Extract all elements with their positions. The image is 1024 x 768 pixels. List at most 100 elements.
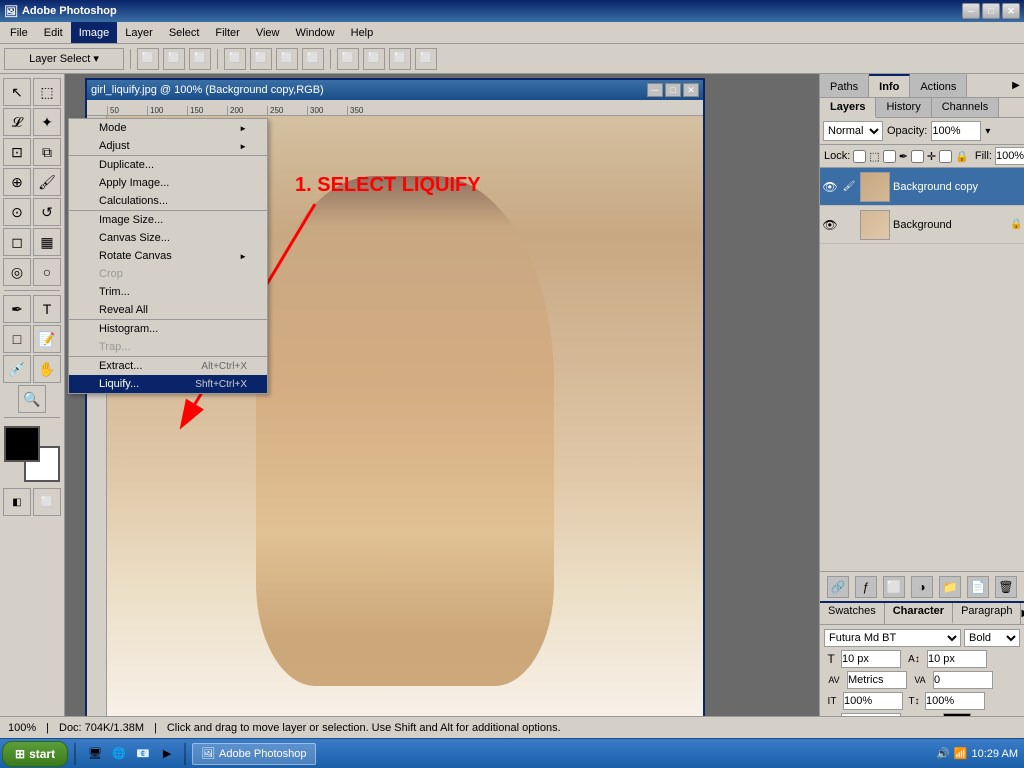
minimize-button[interactable]: ─ <box>962 3 980 19</box>
kerning-input[interactable] <box>933 671 993 689</box>
tool-option-8[interactable]: ⬜ <box>337 48 359 70</box>
zoom-tool[interactable]: 🔍 <box>18 385 46 413</box>
new-layer-btn[interactable]: 📄 <box>967 576 989 598</box>
lock-position-check[interactable] <box>883 150 896 163</box>
eyedropper-tool[interactable]: 💉 <box>3 355 31 383</box>
tool-option-6[interactable]: ⬜ <box>276 48 298 70</box>
foreground-color[interactable] <box>4 426 40 462</box>
history-brush[interactable]: ↺ <box>33 198 61 226</box>
text-tool[interactable]: T <box>33 295 61 323</box>
tab-info[interactable]: Info <box>869 74 910 97</box>
clone-tool[interactable]: ⊙ <box>3 198 31 226</box>
start-button[interactable]: ⊞ start <box>2 741 68 767</box>
opacity-input[interactable] <box>931 121 981 141</box>
menu-item-canvas-size[interactable]: Canvas Size... <box>69 229 267 247</box>
menu-item-liquify[interactable]: Liquify... Shft+Ctrl+X <box>69 375 267 393</box>
tab-character[interactable]: Character <box>885 603 953 624</box>
menu-layer[interactable]: Layer <box>117 22 161 43</box>
tool-option-2[interactable]: ⬜ <box>163 48 185 70</box>
menu-item-apply-image[interactable]: Apply Image... <box>69 174 267 192</box>
tab-layers[interactable]: Layers <box>820 98 876 118</box>
lock-all-check[interactable] <box>911 150 924 163</box>
doc-minimize-btn[interactable]: ─ <box>647 83 663 97</box>
menu-file[interactable]: File <box>2 22 36 43</box>
layer-style-btn[interactable]: ƒ <box>855 576 877 598</box>
layer-row-background-copy[interactable]: 👁 🖌 Background copy <box>820 168 1024 206</box>
new-group-btn[interactable]: 📁 <box>939 576 961 598</box>
menu-item-rotate-canvas[interactable]: Rotate Canvas ► <box>69 247 267 265</box>
lock-full-check[interactable] <box>939 150 952 163</box>
marquee-options[interactable]: ⬜ <box>137 48 159 70</box>
layer-visibility-btn-2[interactable]: 👁 <box>822 217 838 233</box>
maximize-button[interactable]: □ <box>982 3 1000 19</box>
blur-tool[interactable]: ◎ <box>3 258 31 286</box>
tool-option-9[interactable]: ⬜ <box>363 48 385 70</box>
tool-option-7[interactable]: ⬜ <box>302 48 324 70</box>
gradient-tool[interactable]: ▦ <box>33 228 61 256</box>
tool-option-10[interactable]: ⬜ <box>389 48 411 70</box>
delete-layer-btn[interactable]: 🗑 <box>995 576 1017 598</box>
heal-tool[interactable]: ⊕ <box>3 168 31 196</box>
color-picker[interactable] <box>4 426 60 482</box>
leading-input[interactable] <box>927 650 987 668</box>
hand-tool[interactable]: ✋ <box>33 355 61 383</box>
eraser-tool[interactable]: ◻ <box>3 228 31 256</box>
menu-item-extract[interactable]: Extract... Alt+Ctrl+X <box>69 357 267 375</box>
fill-input[interactable] <box>995 147 1024 165</box>
menu-item-trim[interactable]: Trim... <box>69 283 267 301</box>
move-tool[interactable]: ↖ <box>3 78 31 106</box>
quick-launch-icon-1[interactable]: 🖥 <box>84 743 106 765</box>
quick-mask-btn[interactable]: ◧ <box>3 488 31 516</box>
tab-swatches[interactable]: Swatches <box>820 603 885 624</box>
quick-launch-icon-2[interactable]: 🌐 <box>108 743 130 765</box>
opacity-arrow[interactable]: ▾ <box>985 126 990 137</box>
menu-edit[interactable]: Edit <box>36 22 71 43</box>
layer-row-background[interactable]: 👁 Background 🔒 <box>820 206 1024 244</box>
new-adjustment-btn[interactable]: ◑ <box>911 576 933 598</box>
tab-channels[interactable]: Channels <box>932 98 999 117</box>
layer-mask-btn[interactable]: ⬜ <box>883 576 905 598</box>
taskbar-photoshop-app[interactable]: 🖼 Adobe Photoshop <box>192 743 315 765</box>
menu-view[interactable]: View <box>248 22 288 43</box>
close-button[interactable]: ✕ <box>1002 3 1020 19</box>
menu-item-duplicate[interactable]: Duplicate... <box>69 156 267 174</box>
tab-paragraph[interactable]: Paragraph <box>953 603 1021 624</box>
blend-mode-select[interactable]: Normal Multiply Screen <box>823 121 883 141</box>
tab-actions[interactable]: Actions <box>910 74 967 97</box>
quick-launch-icon-3[interactable]: 📧 <box>132 743 154 765</box>
crop-tool[interactable]: ⊡ <box>3 138 31 166</box>
menu-select[interactable]: Select <box>161 22 208 43</box>
menu-image[interactable]: Image <box>71 22 118 43</box>
tool-option-11[interactable]: ⬜ <box>415 48 437 70</box>
font-size-input[interactable] <box>841 650 901 668</box>
menu-item-adjust[interactable]: Adjust ► <box>69 137 267 155</box>
font-family-select[interactable]: Futura Md BT Arial Times New Roman <box>824 629 961 647</box>
doc-restore-btn[interactable]: □ <box>665 83 681 97</box>
menu-item-histogram[interactable]: Histogram... <box>69 320 267 338</box>
full-screen-btn[interactable]: ⬜ <box>33 488 61 516</box>
layer-visibility-btn[interactable]: 👁 <box>822 179 838 195</box>
magic-wand[interactable]: ✦ <box>33 108 61 136</box>
menu-item-mode[interactable]: Mode ► <box>69 119 267 137</box>
marquee-tool[interactable]: ⬚ <box>33 78 61 106</box>
menu-item-calculations[interactable]: Calculations... <box>69 192 267 210</box>
slice-tool[interactable]: ⧉ <box>33 138 61 166</box>
tab-paths[interactable]: Paths <box>820 74 869 97</box>
notes-tool[interactable]: 📝 <box>33 325 61 353</box>
menu-window[interactable]: Window <box>288 22 343 43</box>
dodge-tool[interactable]: ○ <box>33 258 61 286</box>
scale-h-input[interactable] <box>843 692 903 710</box>
menu-item-reveal-all[interactable]: Reveal All <box>69 301 267 319</box>
lasso-tool[interactable]: 𝓛 <box>3 108 31 136</box>
font-style-select[interactable]: Bold Regular Italic <box>964 629 1020 647</box>
menu-filter[interactable]: Filter <box>207 22 247 43</box>
quick-launch-icon-4[interactable]: ▶ <box>156 743 178 765</box>
brush-tool[interactable]: 🖌 <box>33 168 61 196</box>
layer-select-dropdown[interactable]: Layer Select ▾ <box>4 48 124 70</box>
tab-history[interactable]: History <box>876 98 931 117</box>
doc-close-btn[interactable]: ✕ <box>683 83 699 97</box>
shape-tool[interactable]: □ <box>3 325 31 353</box>
menu-help[interactable]: Help <box>343 22 382 43</box>
tracking-input[interactable] <box>847 671 907 689</box>
scale-v-input[interactable] <box>925 692 985 710</box>
